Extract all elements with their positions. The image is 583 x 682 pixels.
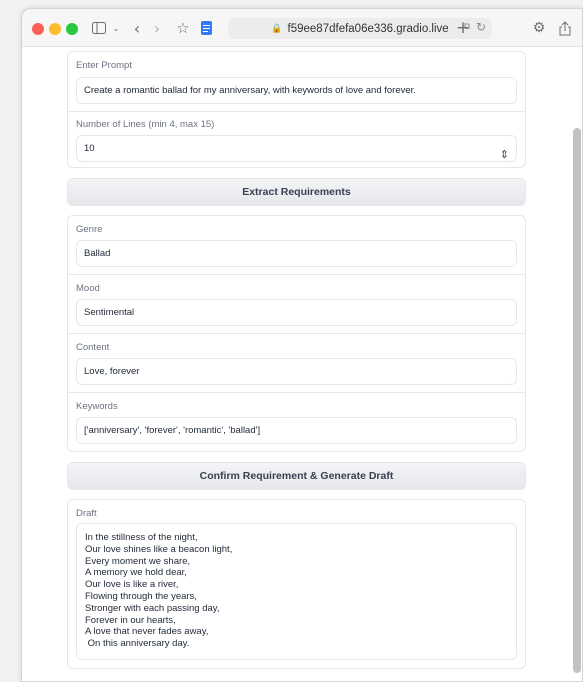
keywords-field: Keywords ['anniversary', 'forever', 'rom…: [68, 393, 525, 451]
chevron-down-icon[interactable]: ⌄: [110, 17, 122, 39]
draft-line: Every moment we share,: [85, 555, 191, 567]
keywords-input[interactable]: ['anniversary', 'forever', 'romantic', '…: [76, 417, 517, 444]
forward-icon[interactable]: ›: [150, 17, 164, 39]
browser-toolbar: ⌄ ‹ › ☆ 🔒 f59ee87dfefa06e336.gradio.live…: [22, 9, 582, 47]
genre-input[interactable]: Ballad: [76, 240, 517, 267]
page-icon[interactable]: [198, 17, 214, 39]
prompt-field: Enter Prompt Create a romantic ballad fo…: [68, 52, 525, 112]
lines-field: Number of Lines (min 4, max 15) 10 ⇕: [68, 112, 525, 167]
close-window-button[interactable]: [32, 23, 44, 35]
keywords-label: Keywords: [76, 401, 118, 412]
lines-input[interactable]: 10 ⇕: [76, 135, 517, 162]
content-label: Content: [76, 342, 110, 353]
prompt-block: Enter Prompt Create a romantic ballad fo…: [67, 51, 526, 168]
draft-label: Draft: [76, 508, 97, 519]
draft-block: Draft In the stillness of the night, Our…: [67, 499, 526, 669]
extract-requirements-button[interactable]: Extract Requirements: [67, 178, 526, 206]
genre-label: Genre: [76, 224, 103, 235]
lines-value: 10: [84, 143, 95, 154]
draft-line: In the stillness of the night,: [85, 532, 198, 543]
zoom-window-button[interactable]: [66, 23, 78, 35]
mood-field: Mood Sentimental: [68, 275, 525, 334]
sidebar-icon[interactable]: [90, 17, 108, 39]
draft-line: On this anniversary day.: [85, 638, 190, 650]
draft-line: Our love shines like a beacon light,: [85, 543, 233, 555]
back-icon[interactable]: ‹: [130, 17, 144, 39]
prompt-input[interactable]: Create a romantic ballad for my annivers…: [76, 77, 517, 104]
content-input[interactable]: Love, forever: [76, 358, 517, 385]
content-field: Content Love, forever: [68, 334, 525, 393]
draft-textarea[interactable]: In the stillness of the night, Our love …: [76, 523, 517, 660]
reload-icon[interactable]: ↻: [476, 20, 486, 34]
mood-input[interactable]: Sentimental: [76, 299, 517, 326]
stepper-icon[interactable]: ⇕: [500, 143, 509, 161]
prompt-label: Enter Prompt: [76, 60, 132, 71]
generate-draft-button[interactable]: Confirm Requirement & Generate Draft: [67, 462, 526, 490]
bookmark-star-icon[interactable]: ☆: [174, 17, 192, 39]
draft-line: Stronger with each passing day,: [85, 602, 220, 614]
draft-line: Forever in our hearts,: [85, 614, 176, 626]
page-content: Enter Prompt Create a romantic ballad fo…: [22, 48, 582, 681]
lock-icon: 🔒: [271, 23, 283, 34]
draft-line: Our love is like a river,: [85, 579, 179, 591]
url-text: f59ee87dfefa06e336.gradio.live: [287, 22, 449, 35]
address-bar[interactable]: 🔒 f59ee87dfefa06e336.gradio.live ⧉ ↻: [228, 18, 492, 39]
page-scrollbar[interactable]: [573, 128, 581, 673]
requirements-block: Genre Ballad Mood Sentimental Content Lo…: [67, 215, 526, 452]
new-tab-icon[interactable]: +: [454, 17, 472, 39]
draft-line: A love that never fades away,: [85, 626, 209, 638]
draft-line: Flowing through the years,: [85, 590, 197, 602]
minimize-window-button[interactable]: [49, 23, 61, 35]
mood-label: Mood: [76, 283, 100, 294]
draft-line: A memory we hold dear,: [85, 567, 187, 579]
share-icon[interactable]: [556, 17, 574, 39]
settings-gear-icon[interactable]: ⚙: [530, 17, 548, 39]
genre-field: Genre Ballad: [68, 216, 525, 275]
lines-label: Number of Lines (min 4, max 15): [76, 119, 215, 130]
browser-window: ⌄ ‹ › ☆ 🔒 f59ee87dfefa06e336.gradio.live…: [21, 8, 583, 682]
